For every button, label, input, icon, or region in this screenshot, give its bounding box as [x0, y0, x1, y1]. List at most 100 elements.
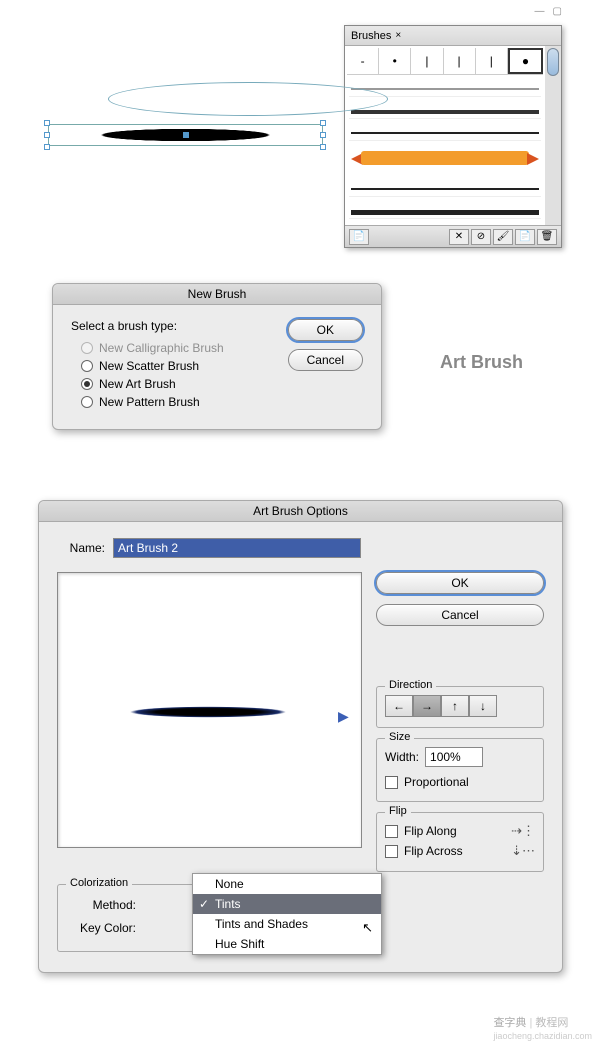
brushes-panel-header[interactable]: Brushes ×	[345, 26, 561, 46]
brushes-panel: Brushes × - • | | | ● 📄	[344, 25, 562, 248]
brush-stroke-4[interactable]	[349, 179, 541, 197]
brush-type-options: Select a brush type: New Calligraphic Br…	[71, 319, 270, 411]
cancel-button[interactable]: Cancel	[288, 349, 363, 371]
cursor-icon: ↖	[362, 920, 373, 936]
radio-icon[interactable]	[81, 396, 93, 408]
ok-button[interactable]: OK	[288, 319, 363, 341]
brush-stroke-3[interactable]	[349, 123, 541, 141]
options-icon[interactable]: ⊘	[471, 229, 491, 245]
dialog-title: New Brush	[53, 284, 381, 305]
direction-down-button[interactable]: ↓	[469, 695, 497, 717]
key-color-label: Key Color:	[70, 921, 136, 935]
proportional-row[interactable]: Proportional	[385, 773, 535, 791]
flip-group: Flip Flip Along ⇢⋮ Flip Across ⇣⋯	[376, 812, 544, 872]
library-icon[interactable]: 📄	[349, 229, 369, 245]
brush-thumb[interactable]: •	[379, 48, 411, 74]
radio-art[interactable]: New Art Brush	[71, 375, 270, 393]
proportional-label: Proportional	[404, 775, 469, 789]
radio-pattern[interactable]: New Pattern Brush	[71, 393, 270, 411]
dropdown-item-none[interactable]: None	[193, 874, 381, 894]
canvas-artwork	[48, 100, 323, 122]
preview-stroke	[78, 703, 338, 721]
width-input[interactable]	[425, 747, 483, 767]
cancel-button[interactable]: Cancel	[376, 604, 544, 626]
brush-thumb-selected[interactable]: ●	[508, 48, 543, 74]
brush-type-prompt: Select a brush type:	[71, 319, 270, 333]
radio-icon	[81, 342, 93, 354]
trash-icon[interactable]: 🗑	[537, 229, 557, 245]
path-outline[interactable]	[108, 82, 388, 116]
radio-label: New Calligraphic Brush	[99, 341, 224, 355]
direction-up-button[interactable]: ↑	[441, 695, 469, 717]
selection-handle[interactable]	[320, 144, 326, 150]
radio-label: New Pattern Brush	[99, 395, 200, 409]
direction-arrow-icon: ▶	[338, 708, 349, 725]
flip-along-label: Flip Along	[404, 824, 457, 838]
selection-handle[interactable]	[44, 132, 50, 138]
flip-along-row[interactable]: Flip Along ⇢⋮	[385, 821, 535, 841]
brush-thumb-row: - • | | | ●	[347, 48, 543, 75]
width-label: Width:	[385, 750, 419, 764]
flip-across-icon: ⇣⋯	[511, 843, 535, 859]
name-row: Name:	[57, 538, 544, 558]
brushes-list: - • | | | ●	[345, 46, 545, 225]
checkbox-icon[interactable]	[385, 845, 398, 858]
options-column: OK Cancel Direction ← → ↑ ↓ Size Width:	[376, 572, 544, 872]
selection-handle[interactable]	[183, 132, 189, 138]
method-dropdown[interactable]: None ✓ Tints Tints and Shades Hue Shift …	[192, 873, 382, 955]
brushes-body: - • | | | ●	[345, 46, 561, 225]
direction-right-button[interactable]: →	[413, 695, 441, 717]
dropdown-item-tints-shades[interactable]: Tints and Shades	[193, 914, 381, 934]
new-brush-dialog: New Brush Select a brush type: New Calli…	[52, 283, 382, 430]
size-label: Size	[385, 731, 414, 743]
colorization-label: Colorization	[66, 877, 132, 889]
brush-preview: ▶	[57, 572, 362, 848]
new-brush-icon[interactable]: 📄	[515, 229, 535, 245]
selection-handle[interactable]	[320, 132, 326, 138]
dropdown-item-tints[interactable]: ✓ Tints	[193, 894, 381, 914]
close-icon[interactable]: ×	[395, 30, 401, 41]
radio-icon[interactable]	[81, 378, 93, 390]
checkbox-icon[interactable]	[385, 825, 398, 838]
flip-label: Flip	[385, 805, 411, 817]
radio-calligraphic: New Calligraphic Brush	[71, 339, 270, 357]
brush-thumb[interactable]: |	[444, 48, 476, 74]
scrollbar[interactable]	[545, 46, 561, 225]
direction-left-button[interactable]: ←	[385, 695, 413, 717]
brush-ribbon[interactable]	[351, 147, 539, 173]
brushes-footer: 📄 ✕ ⊘ 🖌 📄 🗑	[345, 225, 561, 247]
name-input[interactable]	[113, 538, 361, 558]
radio-icon[interactable]	[81, 360, 93, 372]
dialog-title: Art Brush Options	[39, 501, 562, 522]
ok-button[interactable]: OK	[376, 572, 544, 594]
radio-scatter[interactable]: New Scatter Brush	[71, 357, 270, 375]
selection-handle[interactable]	[44, 144, 50, 150]
check-icon: ✓	[199, 897, 209, 911]
watermark: 查字典 | 教程网 jiaocheng.chazidian.com	[493, 1014, 592, 1042]
brushes-title: Brushes	[351, 30, 391, 42]
name-label: Name:	[57, 541, 105, 555]
checkbox-icon[interactable]	[385, 776, 398, 789]
preview-column: ▶	[57, 572, 362, 872]
brush-stroke-5[interactable]	[349, 201, 541, 219]
window-controls: — ▢	[535, 6, 562, 17]
selection-handle[interactable]	[44, 120, 50, 126]
remove-stroke-icon[interactable]: ✕	[449, 229, 469, 245]
scroll-thumb[interactable]	[547, 48, 559, 76]
expand-icon[interactable]: ▢	[553, 6, 562, 17]
dropdown-item-hue-shift[interactable]: Hue Shift	[193, 934, 381, 954]
brush-icon[interactable]: 🖌	[493, 229, 513, 245]
radio-label: New Art Brush	[99, 377, 176, 391]
direction-group: Direction ← → ↑ ↓	[376, 686, 544, 728]
radio-label: New Scatter Brush	[99, 359, 199, 373]
direction-label: Direction	[385, 679, 436, 691]
minimize-icon[interactable]: —	[535, 6, 545, 17]
selection-handle[interactable]	[320, 120, 326, 126]
size-group: Size Width: Proportional	[376, 738, 544, 802]
brush-thumb[interactable]: |	[476, 48, 508, 74]
art-brush-options-dialog: Art Brush Options Name: ▶ OK Cancel Dire…	[38, 500, 563, 973]
flip-across-row[interactable]: Flip Across ⇣⋯	[385, 841, 535, 861]
brush-thumb[interactable]: -	[347, 48, 379, 74]
brush-thumb[interactable]: |	[411, 48, 443, 74]
method-label: Method:	[70, 898, 136, 912]
